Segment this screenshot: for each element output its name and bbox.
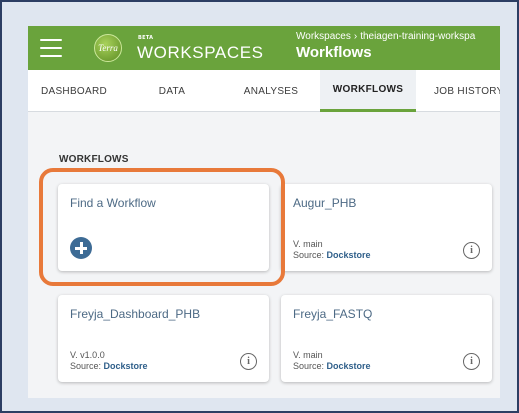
terra-window: Terra BETA WORKSPACES Workspaces › theiage… (28, 26, 500, 398)
menu-icon[interactable] (40, 39, 62, 57)
workflow-version: V. v1.0.0 (70, 350, 105, 360)
workspace-tabs: DASHBOARD DATA ANALYSES WORKFLOWS JOB HI… (28, 70, 500, 112)
tab-workflows[interactable]: WORKFLOWS (320, 70, 416, 112)
breadcrumb-workspaces-link[interactable]: Workspaces (296, 31, 351, 42)
breadcrumb-separator: › (353, 31, 358, 42)
workflow-name: Freyja_FASTQ (293, 307, 373, 321)
workflow-source: Dockstore (326, 361, 371, 371)
workflow-name: Freyja_Dashboard_PHB (70, 307, 201, 321)
workflow-name: Augur_PHB (293, 196, 357, 210)
tab-job-history[interactable]: JOB HISTORY (428, 70, 500, 112)
breadcrumb: Workspaces › theiagen-training-workspa (296, 31, 500, 42)
workflow-meta: V. main Source: Dockstore (293, 239, 371, 261)
workflow-version: V. main (293, 239, 323, 249)
workflow-card-augur[interactable]: Augur_PHB V. main Source: Dockstore i (281, 184, 492, 271)
source-label: Source: (293, 361, 325, 371)
find-workflow-title: Find a Workflow (70, 196, 156, 210)
info-icon[interactable]: i (463, 353, 480, 370)
workflow-version: V. main (293, 350, 323, 360)
page-title: Workflows (296, 44, 372, 61)
workflow-card-freyja-fastq[interactable]: Freyja_FASTQ V. main Source: Dockstore i (281, 295, 492, 382)
tab-analyses[interactable]: ANALYSES (234, 70, 308, 112)
top-header: Terra BETA WORKSPACES Workspaces › theiage… (28, 26, 500, 70)
workflow-card-freyja-dashboard[interactable]: Freyja_Dashboard_PHB V. v1.0.0 Source: D… (58, 295, 269, 382)
workflow-source: Dockstore (103, 361, 148, 371)
app-title: WORKSPACES (137, 43, 264, 62)
tab-data[interactable]: DATA (146, 70, 198, 112)
logo-text: Terra (98, 43, 118, 53)
plus-circle-icon (70, 237, 92, 259)
tab-dashboard[interactable]: DASHBOARD (28, 70, 120, 112)
workflow-meta: V. v1.0.0 Source: Dockstore (70, 350, 148, 372)
info-icon[interactable]: i (240, 353, 257, 370)
beta-badge: BETA (138, 35, 154, 41)
source-label: Source: (70, 361, 102, 371)
workflow-source: Dockstore (326, 250, 371, 260)
source-label: Source: (293, 250, 325, 260)
terra-logo[interactable]: Terra (94, 34, 122, 62)
workflow-meta: V. main Source: Dockstore (293, 350, 371, 372)
breadcrumb-workspace-link[interactable]: theiagen-training-workspa (360, 31, 475, 42)
info-icon[interactable]: i (463, 242, 480, 259)
find-workflow-card[interactable]: Find a Workflow (58, 184, 269, 271)
workflows-section-title: WORKFLOWS (59, 154, 129, 165)
